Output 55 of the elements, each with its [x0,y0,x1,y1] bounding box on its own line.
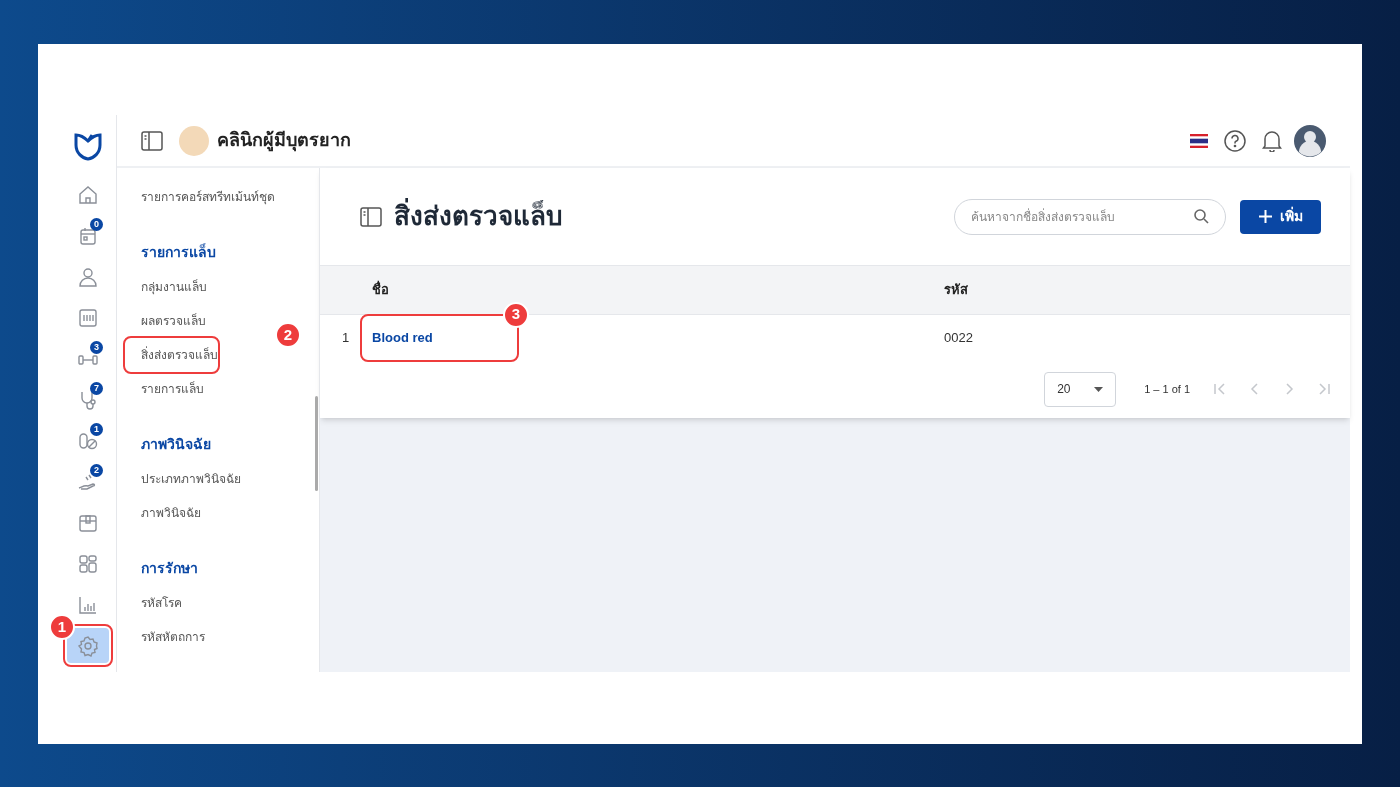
count-badge: 2 [90,464,103,477]
search-input[interactable]: ค้นหาจากชื่อสิ่งส่งตรวจแล็บ [971,207,1194,226]
previous-page-icon[interactable] [1250,383,1258,395]
count-badge: 3 [90,341,103,354]
settings-icon [77,634,99,657]
nav-button[interactable]: 0 [67,218,109,253]
menu-item[interactable]: ภาพวินิจฉัย [141,496,201,530]
user-avatar-icon[interactable] [1294,124,1326,157]
scanner-icon [77,306,99,329]
table-cell-text: 0022 [944,328,973,347]
menu-item[interactable]: ผลตรวจแล็บ [141,304,206,338]
search-icon [1194,209,1209,224]
menu-item[interactable]: รหัสหัตถการ [141,620,205,654]
step-number-badge: 1 [49,614,75,640]
count-badge: 0 [90,218,103,231]
bell-icon[interactable] [1262,129,1282,152]
scrollbar-thumb[interactable] [315,396,318,491]
thai-flag-icon[interactable] [1190,133,1208,148]
column-header: ชื่อ [372,280,390,300]
menu-item[interactable]: ประเภทภาพวินิจฉัย [141,462,241,496]
plus-icon [1258,210,1272,223]
sidebar-toggle-icon[interactable] [141,130,163,151]
menu-section-heading: การรักษา [141,559,199,578]
nav-button[interactable]: 2 [67,464,109,499]
grid-icon [77,552,99,575]
dropdown-caret-icon [1094,386,1104,392]
nav-button[interactable]: 7 [67,382,109,417]
page-size-value: 20 [1057,381,1071,398]
first-page-icon[interactable] [1214,383,1226,395]
page-title: สิ่งส่งตรวจแล็บ [394,197,563,236]
menu-section-heading: รายการแล็บ [141,242,217,262]
row-number: 1 [341,328,351,347]
column-header: รหัส [944,281,968,300]
nav-button[interactable]: 3 [67,341,109,376]
menu-item[interactable]: รายการคอร์สทรีทเม้นท์ชุด [141,180,275,214]
menu-item[interactable]: สิ่งส่งตรวจแล็บ [125,338,218,372]
menu-item[interactable]: รายการแล็บ [141,372,204,406]
person-icon [77,265,99,288]
menu-section-heading: ภาพวินิจฉัย [141,435,212,454]
menu-item[interactable]: กลุ่มงานแล็บ [141,270,207,304]
sidebar-toggle-icon[interactable] [360,206,382,227]
clinic-avatar [179,125,209,156]
step-number-badge: 2 [275,322,301,348]
home-icon [77,183,99,206]
count-badge: 7 [90,382,103,395]
help-icon[interactable] [1224,129,1246,152]
add-button[interactable]: เพิ่ม [1240,199,1321,234]
page-size-select[interactable]: 20 [1044,371,1117,407]
next-page-icon[interactable] [1286,383,1294,395]
count-badge: 1 [90,423,103,436]
last-page-icon[interactable] [1318,383,1330,395]
nav-button[interactable]: 1 [67,423,109,458]
page-range: 1 – 1 of 1 [1144,381,1190,397]
menu-item[interactable]: รหัสโรค [141,586,182,620]
clinic-name: คลินิกผู้มีบุตรยาก [217,129,351,154]
